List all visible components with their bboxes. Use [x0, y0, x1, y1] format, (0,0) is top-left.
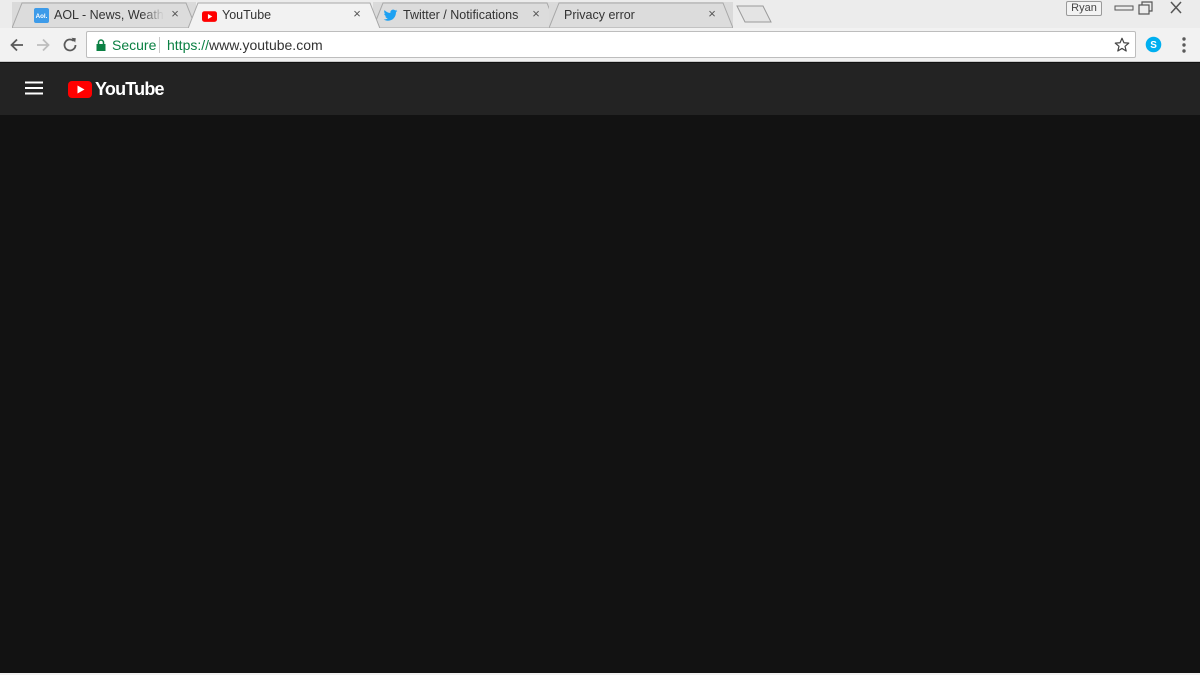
close-icon[interactable]: ×: [705, 7, 719, 21]
tab-privacy-error[interactable]: Privacy error ×: [549, 2, 733, 28]
forward-button[interactable]: [33, 35, 53, 55]
youtube-icon: [202, 9, 217, 24]
tab-youtube[interactable]: YouTube ×: [188, 2, 380, 28]
url-text: https://www.youtube.com: [167, 37, 323, 53]
tab-title: Privacy error: [564, 8, 635, 22]
skype-extension-icon[interactable]: S: [1145, 36, 1162, 53]
browser-toolbar: Secure https://www.youtube.com: [0, 28, 1200, 62]
close-window-button[interactable]: [1162, 0, 1190, 16]
youtube-play-icon: [68, 80, 92, 98]
reload-button[interactable]: [60, 35, 80, 55]
back-button[interactable]: [7, 35, 27, 55]
hamburger-menu-icon[interactable]: [24, 80, 44, 96]
youtube-logo[interactable]: YouTube: [68, 78, 165, 99]
tab-title: YouTube: [222, 8, 272, 22]
lock-icon: [96, 39, 106, 51]
tab-twitter[interactable]: Twitter / Notifications ×: [373, 2, 557, 28]
svg-text:S: S: [1150, 40, 1157, 51]
tab-title: Twitter / Notifications: [403, 8, 519, 22]
tab-aol[interactable]: Aol. AOL - News, Weather, Entertainment …: [12, 2, 196, 28]
tab-title: AOL - News, Weather, Entertainment: [54, 8, 164, 22]
divider: [159, 37, 160, 53]
aol-icon: Aol.: [34, 8, 49, 23]
new-tab-button[interactable]: [736, 5, 772, 23]
youtube-masthead: YouTube: [0, 63, 1200, 115]
bookmark-star-icon[interactable]: [1113, 36, 1131, 54]
security-label: Secure: [112, 37, 157, 53]
address-bar[interactable]: Secure https://www.youtube.com: [86, 31, 1136, 58]
youtube-wordmark: YouTube: [95, 78, 165, 99]
browser-menu-icon[interactable]: [1176, 35, 1192, 55]
profile-button[interactable]: Ryan: [1066, 1, 1102, 16]
close-icon[interactable]: ×: [529, 7, 543, 21]
aol-badge-text: Aol.: [36, 13, 48, 20]
url-scheme: https://: [167, 37, 210, 53]
close-icon[interactable]: ×: [350, 7, 364, 21]
twitter-icon: [383, 8, 398, 23]
close-icon[interactable]: ×: [168, 7, 182, 21]
page-content: [0, 115, 1200, 673]
restore-button[interactable]: [1132, 0, 1160, 16]
url-host: www.youtube.com: [209, 37, 323, 53]
tab-strip: Aol. AOL - News, Weather, Entertainment …: [0, 0, 1200, 28]
